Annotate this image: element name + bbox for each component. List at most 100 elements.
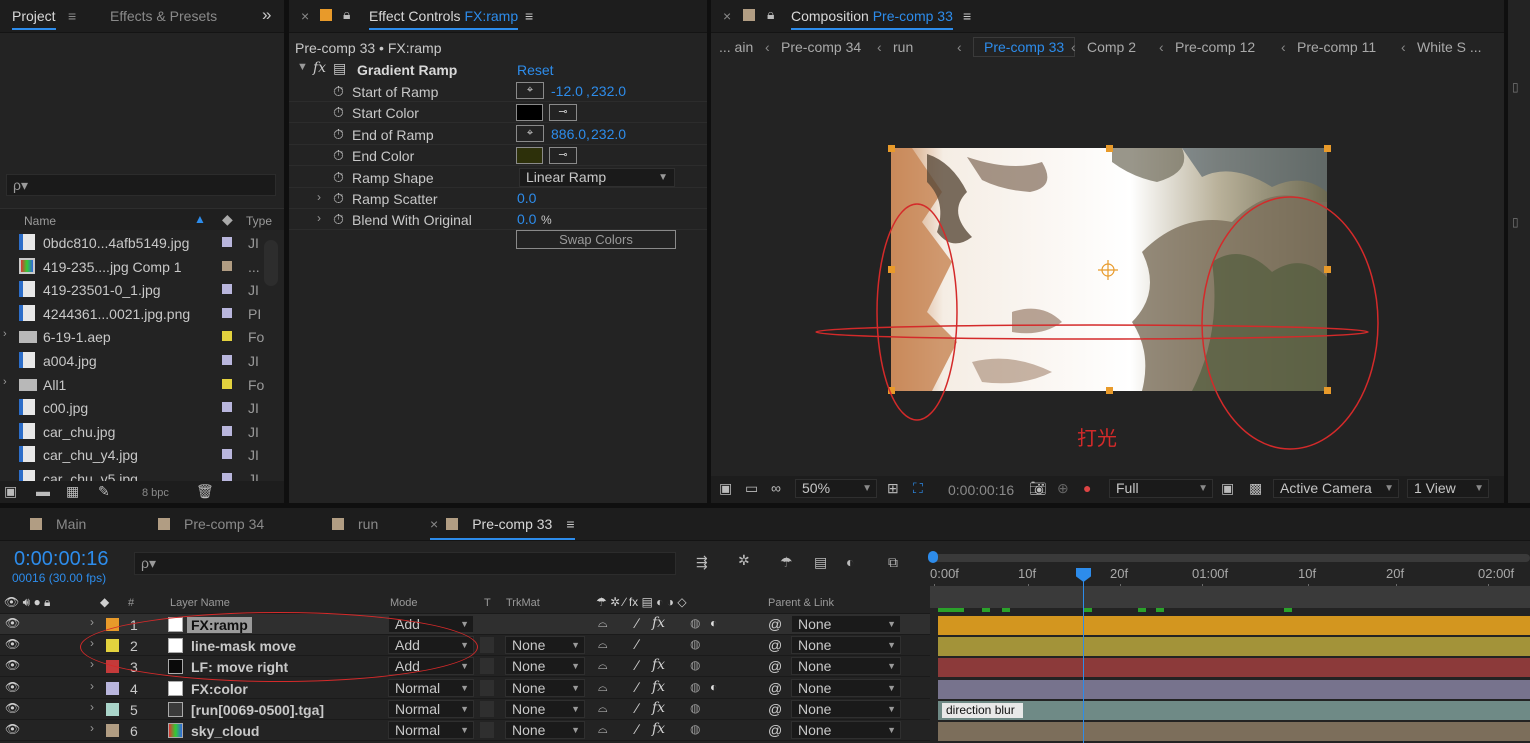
col-trkmat-header[interactable]: TrkMat	[506, 597, 540, 609]
quality-switch-icon[interactable]: ∕	[636, 700, 638, 716]
crosshair-picker-icon[interactable]: ⌖	[516, 82, 544, 99]
sort-up-icon[interactable]: ▲	[194, 212, 206, 226]
graph-editor-icon[interactable]: ⧉	[888, 554, 898, 571]
interpret-footage-icon[interactable]: ▣	[4, 483, 17, 500]
mask-path-icon[interactable]: ⛶	[913, 480, 923, 497]
camera-dropdown[interactable]: Active Camera ▼	[1273, 479, 1399, 498]
stopwatch-icon[interactable]: ⏱︎	[333, 126, 344, 143]
camera-snapshot-icon[interactable]: 📷︎	[1029, 480, 1047, 497]
playhead[interactable]	[1083, 570, 1084, 743]
quality-switch-icon[interactable]: ∕	[636, 657, 638, 673]
eyedropper-icon[interactable]: ⊸	[549, 104, 577, 122]
list-item[interactable]: a004.jpg JI	[0, 349, 262, 372]
quality-switch-icon[interactable]: ∕	[636, 721, 638, 737]
col-layer-name-header[interactable]: Layer Name	[170, 597, 230, 609]
list-item[interactable]: 419-23501-0_1.jpg JI	[0, 278, 262, 301]
views-dropdown[interactable]: 1 View ▼	[1407, 479, 1489, 498]
label-column-icon[interactable]: ◆	[100, 595, 109, 609]
trkmat-dropdown[interactable]: None ▼	[505, 657, 585, 676]
eye-icon[interactable]: 👁︎	[5, 722, 20, 736]
new-comp-icon[interactable]: ▦	[66, 483, 79, 500]
layer-duration-bar[interactable]	[938, 722, 1530, 741]
label-color-swatch[interactable]	[222, 473, 232, 481]
chevron-right-icon[interactable]: ›	[90, 615, 94, 629]
chevron-right-icon[interactable]: ›	[317, 211, 321, 225]
chevron-right-icon[interactable]: ›	[3, 328, 7, 340]
quality-switch-icon[interactable]: ∕	[636, 636, 638, 652]
label-color-swatch[interactable]	[106, 724, 119, 737]
list-item[interactable]: › 6-19-1.aep Fo	[0, 325, 264, 348]
show-snapshot-icon[interactable]: ⊕	[1057, 480, 1069, 497]
tab-effect-controls[interactable]: Effect Controls FX:ramp	[369, 8, 519, 30]
list-item[interactable]: 0bdc810...4afb5149.jpg JI	[0, 231, 262, 254]
label-color-swatch[interactable]	[106, 681, 119, 695]
flow-item[interactable]: Pre-comp 33	[973, 37, 1076, 57]
layer-row[interactable]: 👁︎ › 4 FX:color Normal ▼ None ▼ ⌓ ∕ fx ◍ ◐ @ None ▼	[0, 677, 930, 699]
comp-flowchart-icon[interactable]: ⇶	[696, 554, 708, 571]
flow-item[interactable]: ... ain	[719, 39, 753, 55]
close-icon[interactable]: ×	[723, 8, 731, 24]
trkmat-dropdown[interactable]: None ▼	[505, 699, 585, 718]
label-color-swatch[interactable]	[222, 425, 232, 436]
chevron-right-icon[interactable]: ›	[90, 721, 94, 735]
layer-marker[interactable]: direction blur	[942, 702, 1023, 718]
parent-dropdown[interactable]: None ▼	[791, 678, 901, 697]
fx-icon[interactable]: fx	[652, 615, 665, 631]
point-y-value[interactable]: 232.0	[591, 83, 626, 99]
eye-icon[interactable]: 👁︎	[5, 680, 20, 694]
adjustment-layer-icon[interactable]: ◍	[690, 722, 700, 736]
tab-menu-icon[interactable]: ≡	[525, 8, 533, 24]
label-color-swatch[interactable]	[222, 449, 232, 460]
stopwatch-icon[interactable]: ⏱︎	[333, 104, 344, 121]
label-color-swatch[interactable]	[222, 331, 232, 342]
stopwatch-icon[interactable]: ⏱︎	[333, 169, 344, 186]
parent-dropdown[interactable]: None ▼	[791, 657, 901, 676]
shy-layers-icon[interactable]: ☂	[780, 554, 793, 571]
layer-duration-bar[interactable]	[938, 637, 1530, 657]
motion-blur-icon[interactable]: ◐	[846, 554, 854, 570]
channels-icon[interactable]: ●	[1083, 480, 1091, 496]
shy-switch-icon[interactable]: ⌓	[598, 722, 608, 737]
lock-icon[interactable]: 🔒︎	[767, 6, 774, 23]
trash-icon[interactable]: 🗑	[196, 483, 214, 500]
stopwatch-icon[interactable]: ⏱︎	[333, 211, 344, 228]
vr-icon[interactable]: ∞	[771, 480, 781, 496]
numeric-value[interactable]: 0.0	[517, 190, 536, 206]
list-item[interactable]: car_chu_y4.jpg JI	[0, 443, 262, 466]
crosshair-picker-icon[interactable]: ⌖	[516, 124, 544, 142]
tab-menu-icon[interactable]: ≡	[68, 8, 76, 24]
flow-item[interactable]: run	[893, 39, 913, 55]
eye-icon[interactable]: 👁︎	[5, 637, 20, 651]
preserve-transparency-toggle[interactable]	[480, 679, 494, 696]
brush-icon[interactable]: ✎	[98, 483, 110, 500]
chevron-right-icon[interactable]: ›	[90, 679, 94, 693]
eye-icon[interactable]: 👁︎	[5, 616, 20, 630]
layer-name[interactable]: sky_cloud	[191, 723, 259, 739]
layer-duration-bar[interactable]	[938, 616, 1530, 635]
parent-dropdown[interactable]: None ▼	[791, 721, 901, 739]
adjustment-layer-icon[interactable]: ◍	[690, 680, 700, 694]
adjustment-layer-icon[interactable]: ◍	[690, 658, 700, 672]
layer-duration-bar[interactable]: direction blur	[938, 700, 1530, 720]
flow-item[interactable]: Comp 2	[1087, 39, 1136, 55]
close-icon[interactable]: ×	[301, 8, 309, 24]
chevron-right-icon[interactable]: ›	[90, 700, 94, 714]
trkmat-dropdown[interactable]: None ▼	[505, 721, 585, 739]
label-color-swatch[interactable]	[222, 237, 232, 247]
label-tag-icon[interactable]: ◆	[222, 211, 233, 228]
panel-grip-icon[interactable]: ▯	[1512, 215, 1519, 229]
pickwhip-icon[interactable]: @	[768, 658, 782, 674]
pickwhip-icon[interactable]: @	[768, 680, 782, 696]
list-item[interactable]: 419-235....jpg Comp 1...	[0, 255, 262, 278]
preserve-transparency-toggle[interactable]	[480, 616, 494, 632]
label-color-swatch[interactable]	[106, 702, 119, 716]
fx-icon[interactable]: fx	[652, 700, 665, 716]
preserve-transparency-toggle[interactable]	[480, 637, 494, 654]
chevron-right-icon[interactable]: ›	[3, 376, 7, 388]
parent-dropdown[interactable]: None ▼	[791, 615, 901, 633]
layer-name[interactable]: FX:color	[191, 681, 248, 697]
timeline-search-input[interactable]: ρ▾	[134, 552, 676, 575]
resolution-dropdown[interactable]: Full ▼	[1109, 479, 1213, 498]
list-item[interactable]: › All1 Fo	[0, 373, 264, 396]
flow-item[interactable]: Pre-comp 11	[1297, 39, 1376, 55]
